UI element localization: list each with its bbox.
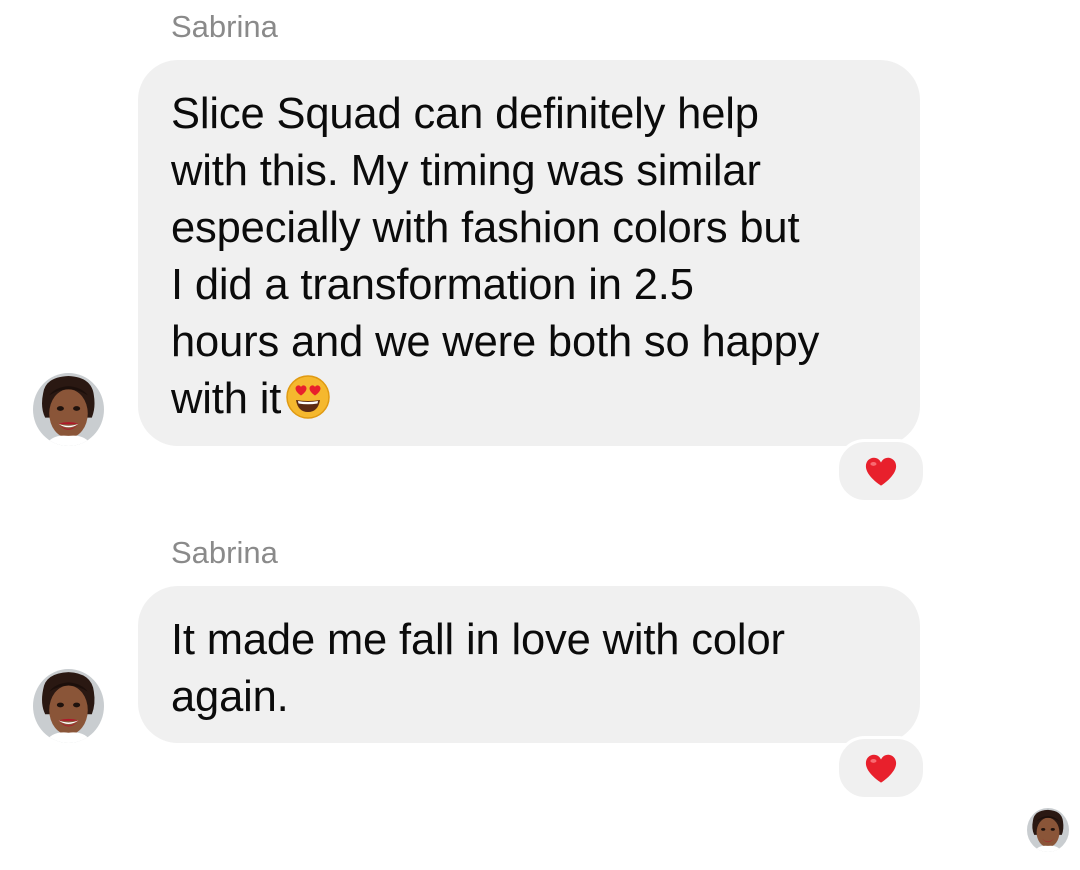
heart-reaction[interactable] [836, 736, 926, 800]
sender-name: Sabrina [171, 9, 278, 44]
read-receipt-avatar [1027, 808, 1069, 852]
message-text: Slice Squad can definitely help with thi… [171, 90, 820, 423]
message-bubble[interactable]: It made me fall in love with color again… [138, 586, 920, 743]
avatar[interactable] [33, 669, 104, 743]
avatar[interactable] [33, 373, 104, 446]
message-text: It made me fall in love with color again… [171, 616, 785, 721]
heart-icon [865, 457, 897, 486]
heart-reaction[interactable] [836, 439, 926, 503]
heart-eyes-emoji [285, 374, 331, 420]
heart-icon [865, 754, 897, 783]
message-bubble[interactable]: Slice Squad can definitely help with thi… [138, 60, 920, 446]
sender-name: Sabrina [171, 535, 278, 570]
